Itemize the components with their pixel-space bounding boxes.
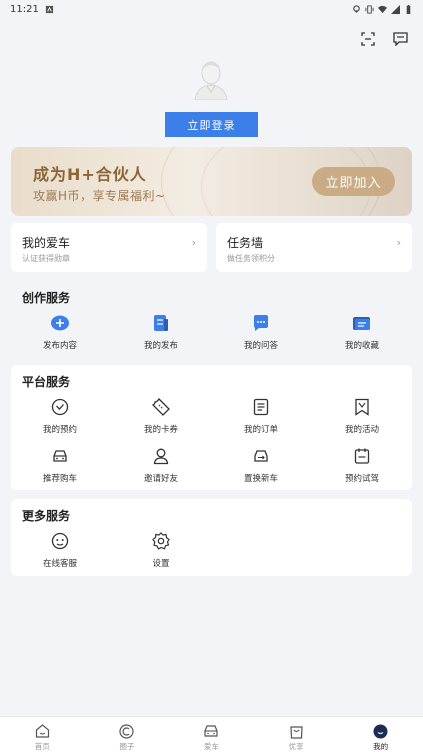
banner-subtitle: 攻赢H币，享专属福利~ (33, 189, 166, 203)
task-wall-title: 任务墙 (227, 236, 264, 250)
signal-icon (391, 4, 400, 14)
grid-item-label: 我的收藏 (344, 341, 379, 351)
grid-item-label: 置换新车 (243, 474, 278, 484)
message-button[interactable] (391, 30, 409, 48)
chat-icon (250, 312, 272, 334)
nav-item-circle[interactable]: 圈子 (85, 717, 170, 752)
grid-item-activities[interactable]: 我的活动 (322, 396, 402, 435)
banner-title: 成为H+合伙人 (33, 165, 147, 184)
grid-item-label: 推荐购车 (42, 474, 77, 484)
nav-label: 首页 (34, 742, 50, 751)
grid-item-orders[interactable]: 我的订单 (221, 396, 301, 435)
car-icon (203, 723, 219, 739)
grid-item-settings[interactable]: 设置 (121, 530, 201, 569)
grid-item-label: 我的问答 (243, 341, 278, 351)
chevron-right-icon: › (191, 236, 196, 249)
top-actions (359, 30, 409, 48)
partner-banner[interactable]: 成为H+合伙人 攻赢H币，享专属福利~ 立即加入 (11, 147, 412, 216)
chevron-right-icon: › (396, 236, 401, 249)
ticket-icon (150, 396, 172, 418)
order-icon (250, 396, 272, 418)
task-wall-card[interactable]: 任务墙 做任务领积分 › (216, 223, 412, 272)
car-icon (49, 445, 71, 467)
grid-item-favorites[interactable]: 我的收藏 (322, 312, 402, 351)
notification-icon (45, 5, 53, 13)
nav-item-profile[interactable]: 我的 (338, 717, 423, 752)
grid-item-label: 我的卡券 (143, 425, 178, 435)
message-icon (392, 32, 408, 46)
grid-item-online-service[interactable]: 在线客服 (20, 530, 100, 569)
grid-item-label: 设置 (152, 559, 170, 569)
user-icon (150, 445, 172, 467)
status-time: 11:21 (10, 3, 39, 15)
document-icon (150, 312, 172, 334)
bookmark-icon (351, 396, 373, 418)
location-icon (353, 4, 360, 13)
publish-icon (49, 312, 71, 334)
grid-item-label: 我的发布 (143, 341, 178, 351)
task-wall-subtitle: 做任务领积分 (227, 254, 275, 263)
check-circle-icon (49, 396, 71, 418)
nav-label: 优享 (288, 742, 304, 751)
grid-item-label: 我的活动 (344, 425, 379, 435)
grid-item-label: 邀请好友 (143, 474, 178, 484)
bottom-nav: 首页 圈子 爱车 优享 我的 (0, 716, 423, 752)
my-car-card[interactable]: 我的爱车 认证获得勋章 › (11, 223, 207, 272)
grid-item-appointments[interactable]: 我的预约 (20, 396, 100, 435)
wifi-icon (378, 5, 387, 13)
grid-item-my-qa[interactable]: 我的问答 (221, 312, 301, 351)
grid-item-test-drive[interactable]: 预约试驾 (322, 445, 402, 484)
folder-icon (351, 312, 373, 334)
vibrate-icon (365, 4, 374, 14)
my-car-title: 我的爱车 (22, 236, 71, 250)
login-button[interactable]: 立即登录 (165, 112, 258, 137)
grid-item-my-posts[interactable]: 我的发布 (121, 312, 201, 351)
grid-item-label: 预约试驾 (344, 474, 379, 484)
avatar-placeholder-icon (194, 61, 228, 100)
grid-item-label: 我的订单 (243, 425, 278, 435)
my-car-subtitle: 认证获得勋章 (22, 254, 70, 263)
profile-icon (373, 723, 389, 739)
more-services-title: 更多服务 (22, 509, 71, 523)
avatar[interactable] (191, 58, 231, 100)
nav-item-perks[interactable]: 优享 (254, 717, 339, 752)
grid-item-label: 我的预约 (42, 425, 77, 435)
nav-label: 我的 (373, 742, 389, 751)
circle-icon (119, 723, 135, 739)
nav-item-home[interactable]: 首页 (0, 717, 85, 752)
nav-label: 爱车 (203, 742, 219, 751)
grid-item-coupons[interactable]: 我的卡券 (121, 396, 201, 435)
grid-item-label: 在线客服 (42, 559, 77, 569)
battery-icon (406, 4, 411, 14)
settings-icon (150, 530, 172, 552)
grid-item-publish[interactable]: 发布内容 (20, 312, 100, 351)
nav-item-car[interactable]: 爱车 (169, 717, 254, 752)
service-icon (49, 530, 71, 552)
nav-label: 圈子 (119, 742, 135, 751)
platform-services-title: 平台服务 (22, 375, 71, 389)
grid-item-recommend-purchase[interactable]: 推荐购车 (20, 445, 100, 484)
status-bar: 11:21 (0, 0, 423, 18)
shop-bag-icon (288, 723, 304, 739)
home-icon (34, 723, 50, 739)
grid-item-invite-friends[interactable]: 邀请好友 (121, 445, 201, 484)
scan-icon (361, 32, 375, 46)
car-swap-icon (250, 445, 272, 467)
grid-item-label: 发布内容 (42, 341, 77, 351)
join-now-button[interactable]: 立即加入 (312, 167, 395, 196)
scan-button[interactable] (359, 30, 377, 48)
creation-services-title: 创作服务 (22, 291, 71, 305)
grid-item-trade-in[interactable]: 置换新车 (221, 445, 301, 484)
calendar-icon (351, 445, 373, 467)
